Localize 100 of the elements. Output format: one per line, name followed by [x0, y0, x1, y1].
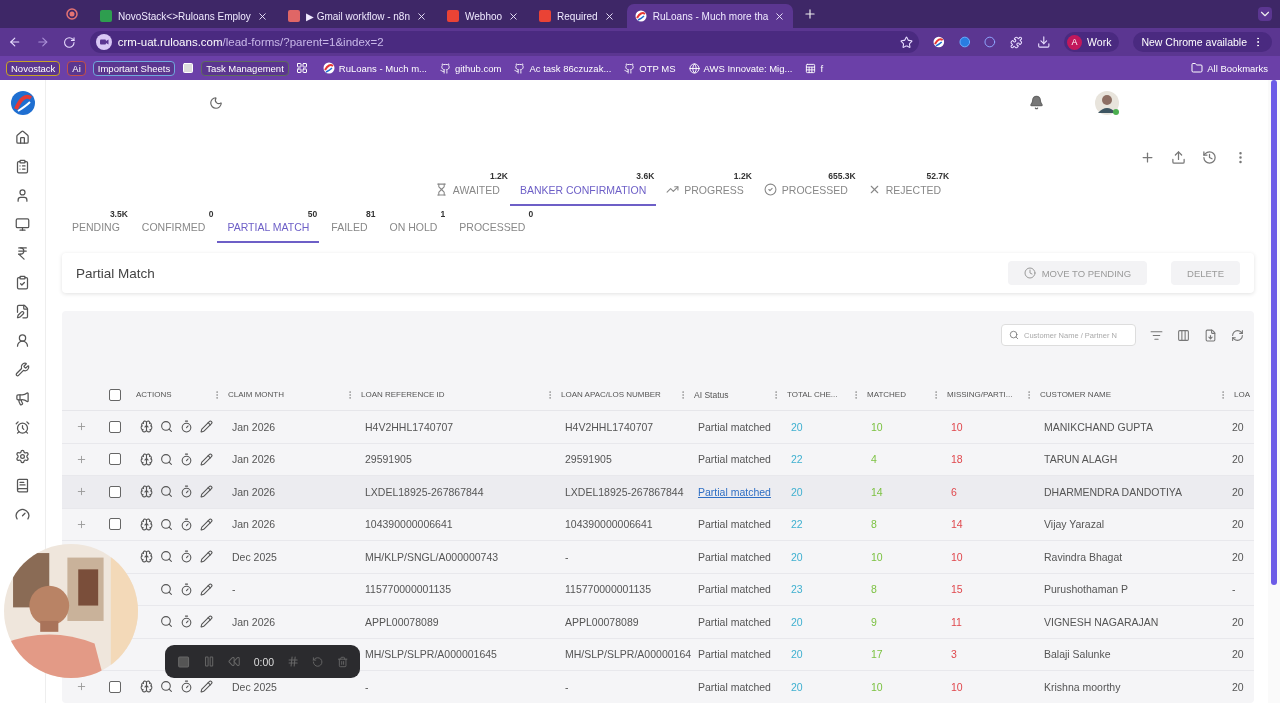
- timer-icon[interactable]: [179, 420, 193, 434]
- pencil-icon[interactable]: [199, 680, 213, 694]
- close-icon[interactable]: [774, 10, 786, 22]
- tab[interactable]: 3.5K PENDING: [62, 209, 130, 243]
- settings-icon[interactable]: [15, 449, 30, 464]
- checkbox[interactable]: [109, 518, 121, 531]
- tab[interactable]: 655.3K PROCESSED: [753, 171, 858, 206]
- pencil-icon[interactable]: [199, 550, 213, 564]
- close-icon[interactable]: [256, 10, 268, 22]
- rupee-icon[interactable]: [15, 246, 30, 261]
- tab[interactable]: 0 CONFIRMED: [131, 209, 216, 243]
- recording-icon[interactable]: [66, 8, 78, 20]
- megaphone-icon[interactable]: [15, 391, 30, 406]
- tab[interactable]: 81 FAILED: [321, 209, 378, 243]
- bookmark[interactable]: Task Management: [201, 60, 289, 76]
- all-bookmarks[interactable]: All Bookmarks: [1191, 62, 1268, 74]
- bookmark[interactable]: OTP MS: [624, 62, 676, 74]
- monitor-icon[interactable]: [15, 217, 30, 232]
- reload-icon[interactable]: [63, 35, 76, 49]
- browser-tab[interactable]: Webhoo: [439, 4, 528, 28]
- pencil-icon[interactable]: [199, 452, 213, 466]
- address-bar[interactable]: crm-uat.ruloans.com/lead-forms/?parent=1&index=2: [89, 31, 919, 53]
- restart-icon[interactable]: [312, 655, 324, 668]
- moon-icon[interactable]: [209, 95, 223, 110]
- tab[interactable]: 50 PARTIAL MATCH: [217, 209, 320, 243]
- pencil-icon[interactable]: [199, 485, 213, 499]
- forward-icon[interactable]: [35, 35, 50, 49]
- browser-tab[interactable]: RuLoans - Much more tha: [626, 4, 794, 28]
- user-avatar[interactable]: [1094, 89, 1120, 116]
- bookmark[interactable]: Ac task 86czuzak...: [514, 62, 612, 74]
- brain-icon[interactable]: [139, 485, 153, 499]
- search-icon[interactable]: [159, 615, 173, 629]
- stop-icon[interactable]: [177, 654, 191, 669]
- checklist-icon[interactable]: [15, 275, 30, 290]
- checkbox[interactable]: [109, 420, 121, 433]
- search-icon[interactable]: [159, 680, 173, 694]
- bookmark[interactable]: RuLoans - Much m...: [322, 62, 427, 74]
- search-icon[interactable]: [159, 420, 173, 434]
- browser-tab[interactable]: Required: [531, 4, 623, 28]
- gauge-icon[interactable]: [15, 507, 30, 522]
- book-icon[interactable]: [15, 478, 30, 493]
- checkbox[interactable]: [109, 485, 121, 498]
- search-icon[interactable]: [159, 485, 173, 499]
- checkbox[interactable]: [109, 453, 121, 466]
- scrollbar-thumb[interactable]: [1271, 80, 1277, 585]
- wrench-icon[interactable]: [15, 362, 30, 377]
- timer-icon[interactable]: [179, 550, 193, 564]
- extension-icon[interactable]: [933, 36, 945, 48]
- apps-icon[interactable]: [295, 62, 308, 74]
- bookmark[interactable]: Novostack: [6, 60, 61, 76]
- timer-icon[interactable]: [179, 615, 193, 629]
- bookmark-icon[interactable]: [182, 62, 195, 74]
- close-icon[interactable]: [416, 10, 427, 22]
- brain-icon[interactable]: [139, 452, 153, 466]
- search-icon[interactable]: [159, 452, 173, 466]
- checkbox[interactable]: [109, 388, 121, 401]
- bookmark[interactable]: Important Sheets: [92, 60, 176, 76]
- new-tab-icon[interactable]: [803, 7, 818, 21]
- checkbox[interactable]: [109, 680, 121, 693]
- search-icon[interactable]: [159, 550, 173, 564]
- upload-icon[interactable]: [1171, 150, 1186, 165]
- close-icon[interactable]: [603, 10, 615, 22]
- bell-icon[interactable]: [1029, 95, 1044, 110]
- bookmark[interactable]: Ai: [67, 60, 86, 76]
- bookmark[interactable]: AWS Innovate: Mig...: [688, 62, 793, 74]
- bookmark[interactable]: f: [805, 62, 824, 74]
- tab[interactable]: 1.2K AWAITED: [424, 171, 510, 206]
- tab-search-icon[interactable]: [1258, 7, 1272, 21]
- refresh-icon[interactable]: [1231, 328, 1244, 342]
- brain-icon[interactable]: [139, 517, 153, 531]
- timer-icon[interactable]: [179, 517, 193, 531]
- columns-icon[interactable]: [1177, 328, 1190, 342]
- search-icon[interactable]: [159, 582, 173, 596]
- home-icon[interactable]: [15, 130, 30, 145]
- site-info-icon[interactable]: [95, 34, 112, 50]
- bookmark[interactable]: github.com: [439, 62, 502, 74]
- browser-tab[interactable]: ▶ Gmail workflow - n8n: [279, 4, 435, 28]
- timer-icon[interactable]: [179, 582, 193, 596]
- edit-document-icon[interactable]: [15, 304, 30, 319]
- tab[interactable]: 1.2K PROGRESS: [656, 171, 754, 206]
- tab[interactable]: 1 ON HOLD: [379, 209, 448, 243]
- timer-icon[interactable]: [179, 452, 193, 466]
- tab[interactable]: 52.7K REJECTED: [857, 171, 952, 206]
- user-icon[interactable]: [15, 188, 30, 203]
- tab[interactable]: 0 PROCESSED: [449, 209, 536, 243]
- pencil-icon[interactable]: [199, 615, 213, 629]
- add-icon[interactable]: [1140, 150, 1155, 165]
- pencil-icon[interactable]: [199, 582, 213, 596]
- export-icon[interactable]: [1204, 328, 1217, 342]
- search-icon[interactable]: [159, 517, 173, 531]
- ruloans-logo-icon[interactable]: [9, 90, 36, 116]
- history-icon[interactable]: [1202, 150, 1217, 165]
- filter-icon[interactable]: [1150, 328, 1163, 342]
- scrollbar[interactable]: [1268, 80, 1280, 703]
- close-icon[interactable]: [508, 10, 520, 22]
- status-link[interactable]: Partial matched: [688, 485, 781, 498]
- bookmark-star-icon[interactable]: [900, 35, 913, 49]
- brain-icon[interactable]: [139, 550, 153, 564]
- profile-button[interactable]: A Work: [1064, 32, 1120, 52]
- pencil-icon[interactable]: [199, 420, 213, 434]
